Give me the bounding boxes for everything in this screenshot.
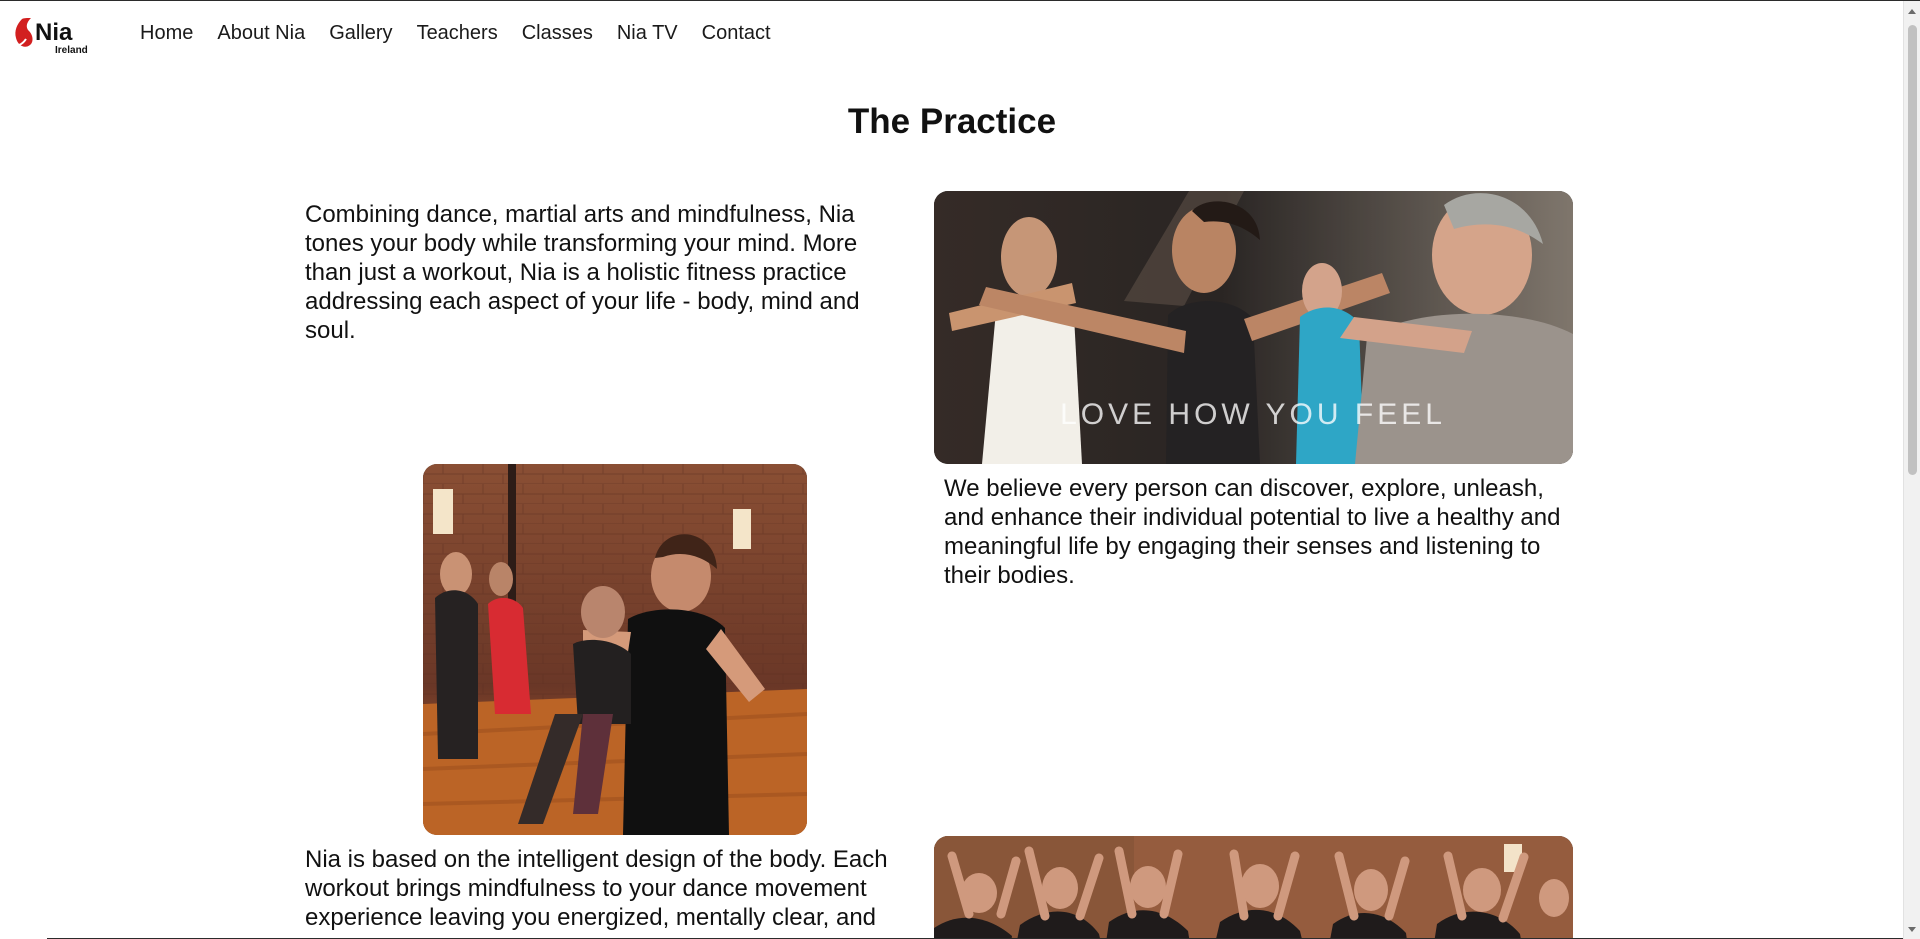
nav-teachers[interactable]: Teachers xyxy=(417,21,498,45)
practice-intro-paragraph: Combining dance, martial arts and mindfu… xyxy=(305,201,860,344)
nav-nia-tv[interactable]: Nia TV xyxy=(617,21,678,45)
vertical-scrollbar[interactable] xyxy=(1903,1,1920,939)
site-header: Nia Ireland Home About Nia Gallery Teach… xyxy=(0,1,1900,63)
nav-contact[interactable]: Contact xyxy=(702,21,771,45)
scroll-up-icon[interactable] xyxy=(1908,9,1916,14)
browser-viewport: Nia Ireland Home About Nia Gallery Teach… xyxy=(0,0,1920,939)
group-celebration-image xyxy=(934,836,1573,939)
dance-class-image xyxy=(423,464,807,835)
page-title: The Practice xyxy=(847,102,1057,141)
scroll-down-icon[interactable] xyxy=(1908,927,1916,932)
logo-subtext: Ireland xyxy=(55,45,88,55)
logo-wordmark: Nia xyxy=(35,19,73,46)
scrollbar-thumb[interactable] xyxy=(1908,25,1917,475)
nav-classes[interactable]: Classes xyxy=(522,21,593,45)
main-navigation: Home About Nia Gallery Teachers Classes … xyxy=(140,21,795,45)
dancers-hero-image: LOVE HOW YOU FEEL xyxy=(934,191,1573,464)
intelligent-design-paragraph: Nia is based on the intelligent design o… xyxy=(305,846,888,931)
nav-gallery[interactable]: Gallery xyxy=(329,21,392,45)
nav-home[interactable]: Home xyxy=(140,21,193,45)
hero-image-caption: LOVE HOW YOU FEEL xyxy=(1060,398,1446,431)
dance-class-illustration xyxy=(423,464,807,835)
dancers-hero-illustration: LOVE HOW YOU FEEL xyxy=(934,191,1573,464)
nav-about-nia[interactable]: About Nia xyxy=(217,21,305,45)
group-celebration-illustration xyxy=(934,836,1573,939)
nia-ireland-logo[interactable]: Nia Ireland xyxy=(13,15,89,55)
belief-paragraph: We believe every person can discover, ex… xyxy=(944,475,1561,589)
